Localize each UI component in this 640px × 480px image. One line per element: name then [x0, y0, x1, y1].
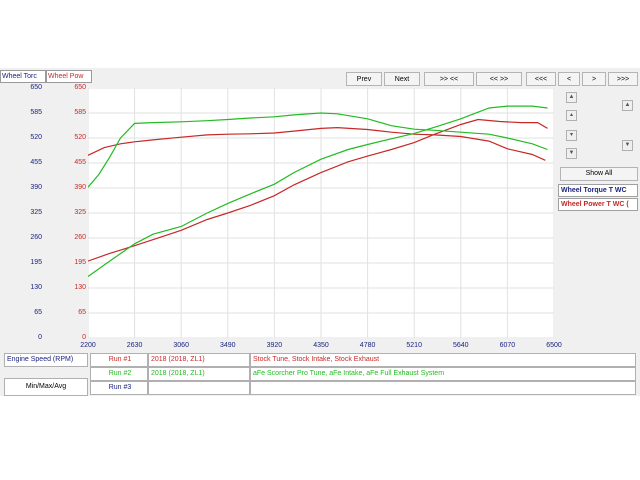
power-tick-label: 260 [74, 234, 86, 241]
power-tick-label: 195 [74, 259, 86, 266]
power-tick-label: 130 [74, 284, 86, 291]
step-back-button[interactable]: < [558, 72, 580, 86]
torque-tick-label: 650 [30, 84, 42, 91]
rewind-button[interactable]: <<< [526, 72, 556, 86]
power-tick-label: 455 [74, 159, 86, 166]
torque-tick-label: 585 [30, 109, 42, 116]
torque-tick-label: 325 [30, 209, 42, 216]
zoom-in-button[interactable]: >> << [424, 72, 474, 86]
scroll-up-right-icon[interactable]: ▲ [622, 100, 633, 111]
scroll-down-icon[interactable]: ▼ [566, 148, 577, 159]
run-vehicle: 2018 (2018, ZL1) [148, 367, 250, 381]
rpm-tick-label: 3060 [173, 342, 189, 349]
rpm-tick-label: 6070 [499, 342, 516, 349]
min-max-avg-button[interactable]: Min/Max/Avg [4, 378, 88, 396]
dyno-plot [88, 88, 554, 338]
power-tick-label: 0 [82, 334, 86, 341]
scroll-up-icon[interactable]: ▲ [566, 92, 577, 103]
fast-forward-button[interactable]: >>> [608, 72, 638, 86]
run-label[interactable]: Run #3 [90, 381, 148, 395]
power-tick-label: 390 [74, 184, 86, 191]
scroll-down-right-icon[interactable]: ▼ [622, 140, 633, 151]
power-tick-label: 65 [78, 309, 86, 316]
prev-button[interactable]: Prev [346, 72, 382, 86]
run-vehicle: 2018 (2018, ZL1) [148, 353, 250, 367]
power-tick-label: 650 [74, 84, 86, 91]
scroll-step-down-icon[interactable]: ▾ [566, 130, 577, 141]
torque-tick-label: 0 [38, 334, 42, 341]
torque-tick-label: 520 [30, 134, 42, 141]
next-button[interactable]: Next [384, 72, 420, 86]
torque-tick-label: 195 [30, 259, 42, 266]
torque-axis-header: Wheel Torc [0, 70, 46, 83]
power-tick-label: 520 [74, 134, 86, 141]
power-tick-label: 585 [74, 109, 86, 116]
x-axis-label[interactable]: Engine Speed (RPM) [4, 353, 88, 367]
power-axis-header: Wheel Pow [46, 70, 92, 83]
run-label[interactable]: Run #2 [90, 367, 148, 381]
zoom-out-button[interactable]: << >> [476, 72, 522, 86]
power-tick-label: 325 [74, 209, 86, 216]
rpm-tick-label: 2200 [80, 342, 96, 349]
rpm-tick-label: 4350 [313, 342, 329, 349]
run-description: Stock Tune, Stock Intake, Stock Exhaust [250, 353, 636, 367]
rpm-tick-label: 3920 [266, 342, 283, 349]
rpm-tick-label: 5210 [406, 342, 422, 349]
torque-tick-label: 260 [30, 234, 42, 241]
show-all-button[interactable]: Show All [560, 167, 638, 181]
torque-tick-label: 390 [30, 184, 42, 191]
run-description [250, 381, 636, 395]
rpm-tick-label: 2630 [126, 342, 143, 349]
legend-torque[interactable]: Wheel Torque T WC [558, 184, 638, 197]
rpm-tick-label: 6500 [546, 342, 562, 349]
rpm-tick-label: 4780 [359, 342, 376, 349]
rpm-tick-label: 3490 [220, 342, 236, 349]
run-label[interactable]: Run #1 [90, 353, 148, 367]
torque-tick-label: 130 [30, 284, 42, 291]
run-description: aFe Scorcher Pro Tune, aFe Intake, aFe F… [250, 367, 636, 381]
legend-power[interactable]: Wheel Power T WC ( [558, 198, 638, 211]
run-vehicle [148, 381, 250, 395]
scroll-step-up-icon[interactable]: ▴ [566, 110, 577, 121]
torque-tick-label: 65 [34, 309, 42, 316]
rpm-tick-label: 5640 [453, 342, 469, 349]
step-forward-button[interactable]: > [582, 72, 606, 86]
torque-tick-label: 455 [30, 159, 42, 166]
